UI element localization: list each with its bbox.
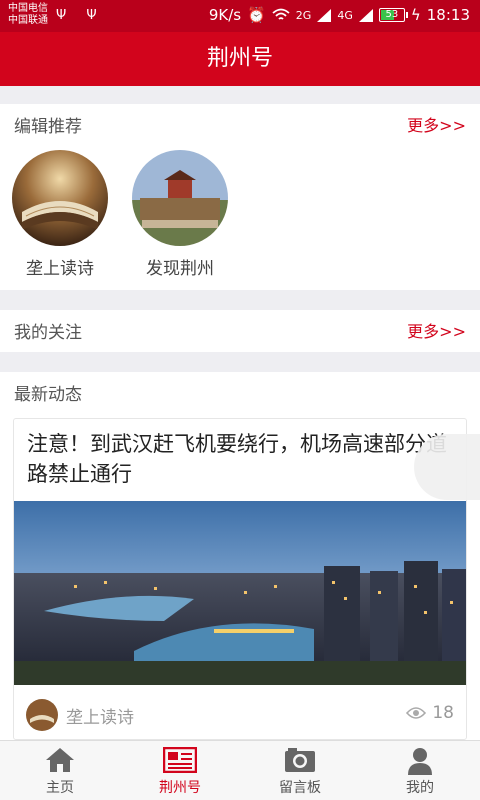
signal-2g: 2G	[295, 8, 312, 22]
tab-message-board[interactable]: 留言板	[240, 741, 360, 800]
status-right: 9K/s ⏰ 2G 4G 53 ϟ 18:13	[209, 6, 470, 24]
rec-item-1-image	[12, 150, 108, 246]
view-count-value: 18	[432, 703, 454, 723]
editor-picks-title: 编辑推荐	[14, 117, 82, 137]
clock: 18:13	[426, 6, 470, 24]
newspaper-icon	[163, 747, 197, 773]
battery-icon: 53	[378, 8, 408, 22]
carrier-1: 中国电信	[8, 3, 48, 14]
news-card[interactable]: 注意！到武汉赶飞机要绕行，机场高速部分道路禁止通行 垄上读诗 18	[13, 418, 467, 740]
charging-icon: ϟ	[410, 6, 421, 24]
person-icon	[408, 748, 432, 775]
rec-item-1[interactable]: 垄上读诗	[12, 150, 108, 279]
usb-icon: Ψ Ψ	[56, 8, 105, 23]
rec-item-2-label: 发现荆州	[146, 259, 214, 279]
rec-item-1-label: 垄上读诗	[26, 259, 94, 279]
news-card-title: 注意！到武汉赶飞机要绕行，机场高速部分道路禁止通行	[27, 432, 447, 486]
tab-mine[interactable]: 我的	[360, 741, 480, 800]
editor-picks-more-link[interactable]: 更多>>	[407, 112, 466, 136]
signal-icon-2	[358, 8, 373, 22]
tab-home[interactable]: 主页	[0, 741, 120, 800]
alarm-icon: ⏰	[247, 6, 266, 24]
carrier-2: 中国联通	[8, 15, 48, 26]
floating-handle[interactable]	[414, 434, 480, 500]
rec-item-2-image	[132, 150, 228, 246]
latest-title: 最新动态	[14, 385, 82, 405]
camera-icon	[285, 748, 315, 772]
signal-4g: 4G	[337, 8, 353, 22]
following-title: 我的关注	[14, 323, 82, 343]
tab-home-label: 主页	[46, 780, 74, 796]
status-bar: 中国电信 中国联通 Ψ Ψ 9K/s ⏰ 2G 4G 53 ϟ 18:13	[0, 0, 480, 32]
signal-icon	[317, 8, 332, 22]
following-section: 我的关注 更多>>	[0, 310, 480, 352]
tab-mine-label: 我的	[406, 780, 434, 796]
rec-item-2[interactable]: 发现荆州	[132, 150, 228, 279]
net-speed: 9K/s	[208, 6, 242, 24]
tab-bar: 主页 荆州号 留言板 我的	[0, 740, 480, 800]
battery-level: 53	[385, 9, 399, 20]
home-icon	[46, 748, 74, 772]
wifi-icon	[272, 8, 290, 20]
news-card-image	[14, 501, 466, 685]
following-more-link[interactable]: 更多>>	[407, 318, 466, 342]
author-avatar[interactable]	[26, 699, 58, 731]
tab-jingzhouhao-label: 荆州号	[159, 780, 201, 796]
editor-picks-section: 编辑推荐 更多>> 垄上读诗 发现荆州	[0, 104, 480, 290]
view-count: 18	[406, 703, 454, 723]
carrier-info: 中国电信 中国联通	[8, 3, 48, 27]
tab-jingzhouhao[interactable]: 荆州号	[120, 741, 240, 800]
tab-message-board-label: 留言板	[279, 780, 321, 796]
eye-icon	[406, 707, 427, 719]
page-title: 荆州号	[0, 32, 480, 86]
author-name[interactable]: 垄上读诗	[66, 703, 134, 728]
